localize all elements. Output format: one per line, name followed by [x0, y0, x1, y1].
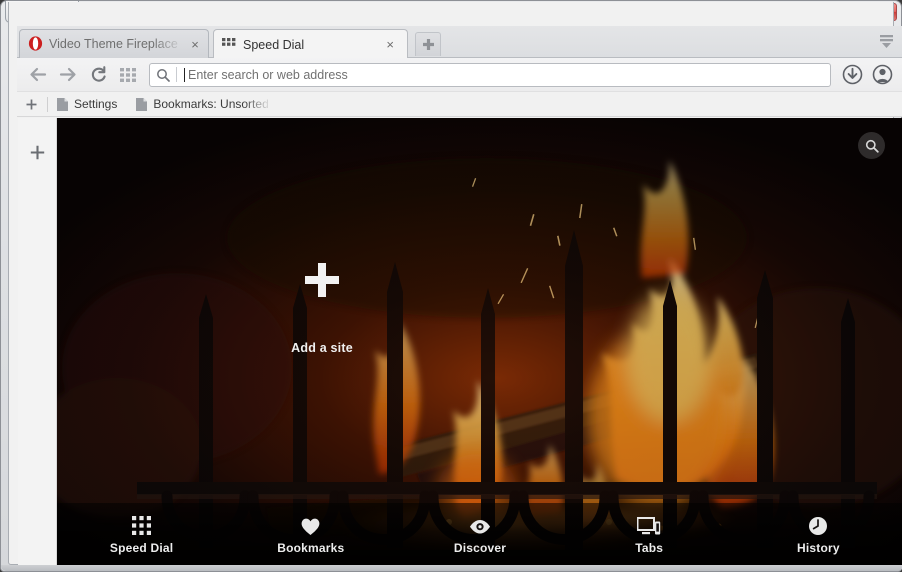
text-caret	[184, 67, 185, 82]
devices-icon	[637, 516, 661, 536]
sidebar	[18, 118, 57, 567]
bookmarks-add-button[interactable]	[17, 92, 45, 116]
speed-dial-grid-icon	[120, 67, 136, 82]
bottom-nav-label: Speed Dial	[109, 540, 174, 555]
window-client-area: Video Theme Fireplace the × Speed Dial ×	[8, 2, 902, 567]
bookmarks-bar: Settings Bookmarks: Unsorted	[17, 92, 902, 117]
tab-close-button[interactable]: ×	[188, 36, 202, 52]
profile-button[interactable]	[867, 60, 897, 90]
tab-close-button[interactable]: ×	[382, 37, 398, 53]
heart-icon	[300, 516, 321, 536]
add-site-tile[interactable]: Add a site	[227, 246, 417, 371]
address-bar[interactable]: Enter search or web address	[149, 62, 831, 87]
clock-icon	[808, 516, 828, 536]
speed-dial-grid-icon	[222, 37, 238, 53]
arrow-right-icon	[59, 67, 76, 82]
page-icon	[136, 97, 148, 111]
search-icon	[157, 68, 170, 82]
plus-icon	[305, 262, 339, 297]
grid-icon	[131, 515, 152, 536]
address-bar-separator	[176, 67, 177, 82]
bottom-nav-discover[interactable]: Discover	[395, 516, 564, 555]
window-bottom-edge	[1, 565, 902, 571]
bottom-nav-label: Bookmarks	[277, 540, 345, 555]
tab-menu-button[interactable]	[875, 31, 897, 53]
bottom-nav-label: Discover	[453, 540, 507, 555]
navigation-toolbar: Enter search or web address	[17, 58, 902, 92]
reload-icon	[91, 66, 106, 82]
download-icon	[842, 64, 862, 85]
speed-dial-button[interactable]	[113, 60, 143, 90]
add-site-label: Add a site	[291, 340, 353, 355]
speed-dial-page: Add a site Speed Dial Bookmarks Discover…	[57, 118, 902, 567]
back-button[interactable]	[23, 60, 53, 90]
bookmark-item-settings[interactable]: Settings	[54, 95, 119, 114]
bottom-nav-tabs[interactable]: Tabs	[565, 516, 734, 555]
tab-title: Speed Dial	[243, 37, 305, 52]
arrow-left-icon	[30, 67, 47, 82]
forward-button[interactable]	[53, 60, 83, 90]
bookmark-label: Bookmarks: Unsorted	[153, 97, 269, 111]
eye-icon	[469, 516, 491, 536]
bottom-nav-label: Tabs	[635, 540, 664, 555]
bottom-nav-history[interactable]: History	[734, 516, 902, 555]
browser-window: Opera	[0, 0, 902, 572]
profile-icon	[872, 64, 892, 85]
bottom-nav-bookmarks[interactable]: Bookmarks	[226, 516, 395, 555]
plus-icon	[422, 39, 434, 50]
page-icon	[57, 97, 68, 111]
bottom-nav-speed-dial[interactable]: Speed Dial	[57, 515, 226, 555]
tab-title: Video Theme Fireplace the	[49, 37, 179, 51]
bookmark-item-bookmarks-unsorted[interactable]: Bookmarks: Unsorted	[133, 95, 270, 114]
bottom-nav-label: History	[797, 540, 840, 555]
opera-logo-icon	[28, 36, 44, 52]
downloads-button[interactable]	[837, 60, 867, 90]
plus-icon	[30, 145, 44, 159]
address-input-placeholder[interactable]: Enter search or web address	[188, 68, 348, 82]
tab-speed-dial[interactable]: Speed Dial ×	[213, 29, 408, 59]
new-tab-button[interactable]	[415, 32, 441, 56]
tab-video-theme-fireplace[interactable]: Video Theme Fireplace the ×	[19, 29, 209, 58]
speed-dial-bottom-nav: Speed Dial Bookmarks Discover Tabs Histo…	[57, 503, 902, 567]
speed-dial-grid: Add a site	[57, 118, 902, 567]
plus-icon	[26, 99, 36, 109]
tab-strip: Video Theme Fireplace the × Speed Dial ×	[17, 26, 902, 59]
bookmark-label: Settings	[74, 97, 118, 111]
sidebar-add-button[interactable]	[25, 140, 49, 164]
tab-list-menu-icon	[879, 35, 893, 48]
reload-button[interactable]	[83, 60, 113, 90]
bookmarks-separator	[47, 96, 48, 112]
